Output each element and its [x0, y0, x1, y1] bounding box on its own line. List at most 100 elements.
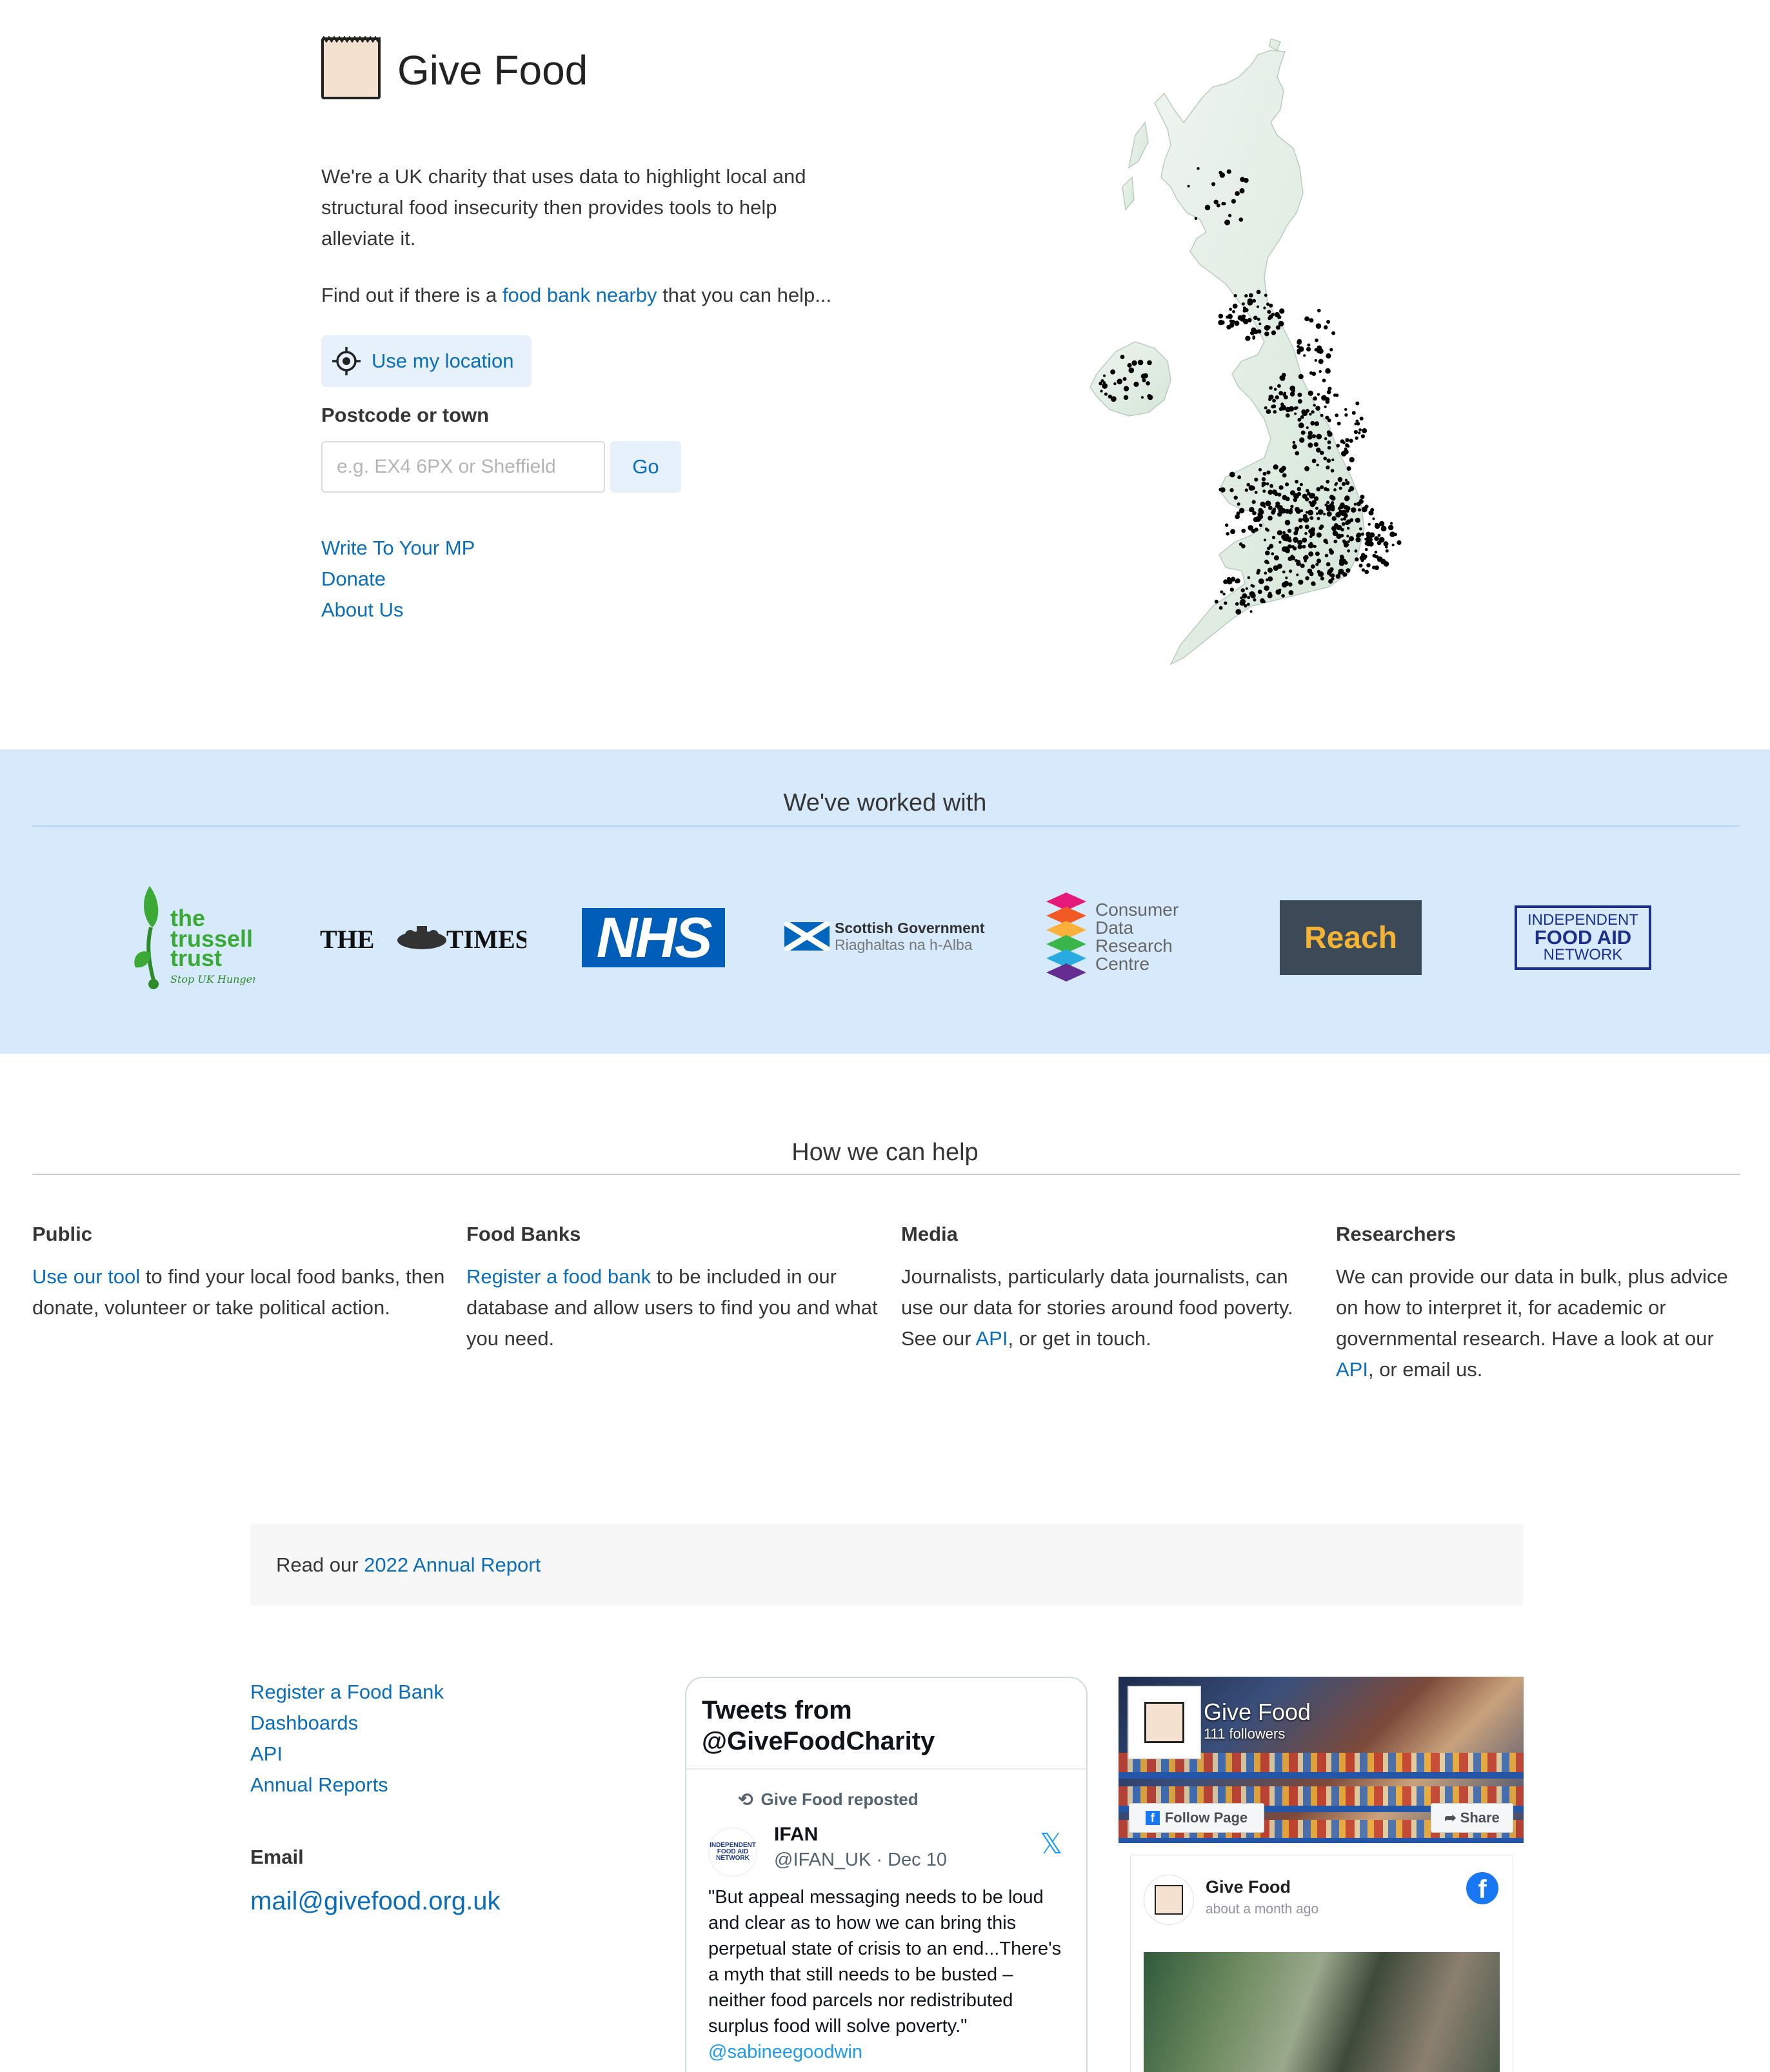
- food-bank-dot: [1354, 549, 1358, 553]
- food-bank-dot: [1264, 406, 1268, 409]
- footer-annual-reports-link[interactable]: Annual Reports: [250, 1773, 388, 1796]
- facebook-page-plugin[interactable]: Give Food 111 followers f Follow Page ➦ Sh…: [1119, 1677, 1524, 2072]
- food-bank-dot: [1229, 471, 1235, 478]
- food-bank-dot: [1308, 500, 1311, 504]
- food-bank-dot: [1263, 505, 1266, 508]
- hero-links: Write To Your MP Donate About Us: [321, 533, 475, 626]
- food-bank-nearby-link[interactable]: food bank nearby: [502, 284, 657, 306]
- food-bank-dot: [1315, 551, 1320, 557]
- food-bank-dot: [1366, 531, 1371, 537]
- share-button[interactable]: ➦ Share: [1431, 1803, 1513, 1833]
- scottish-government-logo[interactable]: Scottish Government Riaghaltas na h-Alba: [784, 916, 991, 957]
- food-bank-dot: [1313, 442, 1318, 447]
- food-bank-dot: [1238, 217, 1244, 222]
- postcode-input[interactable]: e.g. EX4 6PX or Sheffield: [321, 441, 605, 493]
- register-food-bank-link[interactable]: Register a food bank: [466, 1265, 651, 1288]
- food-bank-dot: [1233, 293, 1237, 298]
- food-bank-dot: [1227, 313, 1233, 319]
- food-bank-dot: [1247, 596, 1251, 600]
- footer-register-link[interactable]: Register a Food Bank: [250, 1681, 444, 1703]
- food-bank-dot: [1102, 383, 1108, 389]
- post-time[interactable]: about a month ago: [1206, 1902, 1318, 1917]
- food-bank-dot: [1285, 497, 1290, 502]
- post-image[interactable]: [1144, 1952, 1500, 2072]
- nhs-logo[interactable]: NHS: [582, 905, 725, 969]
- post-author-avatar[interactable]: [1144, 1875, 1194, 1925]
- ifan-logo[interactable]: INDEPENDENT FOOD AID NETWORK: [1515, 905, 1651, 970]
- food-bank-dot: [1220, 590, 1224, 594]
- follow-page-button[interactable]: f Follow Page: [1129, 1803, 1264, 1833]
- donate-link[interactable]: Donate: [321, 567, 386, 590]
- twitter-header: Tweets from @GiveFoodCharity: [686, 1678, 1086, 1770]
- food-bank-dot: [1224, 601, 1228, 605]
- food-bank-dot: [1374, 536, 1379, 541]
- food-bank-dot: [1316, 558, 1322, 564]
- researchers-api-link[interactable]: API: [1336, 1358, 1368, 1381]
- food-bank-dot: [1325, 368, 1331, 374]
- food-bank-dot: [1333, 488, 1337, 491]
- food-bank-dot: [1323, 457, 1327, 460]
- facebook-logo-icon[interactable]: f: [1466, 1872, 1498, 1904]
- facebook-page-name[interactable]: Give Food: [1204, 1699, 1311, 1726]
- twitter-timeline[interactable]: Tweets from @GiveFoodCharity ⟲ Give Food …: [685, 1677, 1088, 2072]
- food-bank-dot: [1128, 367, 1135, 373]
- tweet-handle-date[interactable]: @IFAN_UK · Dec 10: [774, 1850, 947, 1871]
- food-bank-dot: [1143, 373, 1148, 379]
- food-bank-dot: [1232, 310, 1235, 313]
- use-my-location-button[interactable]: Use my location: [321, 335, 532, 387]
- use-our-tool-link[interactable]: Use our tool: [32, 1265, 140, 1288]
- food-bank-dot: [1235, 602, 1239, 606]
- food-bank-dot: [1131, 360, 1137, 366]
- food-bank-dot: [1318, 370, 1322, 373]
- food-bank-dot: [1367, 522, 1371, 526]
- footer-api-link[interactable]: API: [250, 1742, 283, 1765]
- food-bank-dot: [1224, 219, 1231, 226]
- food-bank-dot: [1329, 348, 1333, 351]
- food-bank-dot: [1278, 588, 1282, 591]
- go-button[interactable]: Go: [610, 441, 681, 493]
- food-bank-dot: [1218, 488, 1222, 491]
- food-bank-dot: [1248, 485, 1255, 491]
- food-bank-dot: [1311, 459, 1317, 464]
- annual-report-link[interactable]: 2022 Annual Report: [364, 1554, 541, 1577]
- email-label: Email: [250, 1846, 304, 1868]
- cdrc-logo[interactable]: Consumer Data Research Centre: [1044, 890, 1198, 984]
- give-food-logo-icon[interactable]: [321, 36, 381, 99]
- food-bank-dot: [1297, 392, 1302, 397]
- food-bank-dot: [1238, 508, 1245, 513]
- food-bank-dot: [1286, 521, 1290, 525]
- uk-food-bank-map[interactable]: [1058, 39, 1477, 696]
- post-author-name[interactable]: Give Food: [1206, 1877, 1291, 1897]
- food-bank-dot: [1361, 506, 1367, 513]
- food-bank-dot: [1282, 473, 1287, 478]
- reach-logo[interactable]: Reach: [1280, 900, 1422, 975]
- tweet-author-name[interactable]: IFAN: [774, 1824, 818, 1846]
- email-link[interactable]: mail@givefood.org.uk: [250, 1887, 500, 1916]
- food-bank-dot: [1316, 487, 1321, 491]
- food-bank-dot: [1262, 471, 1267, 476]
- ifan-avatar[interactable]: INDEPENDENT FOOD AID NETWORK: [708, 1828, 757, 1877]
- food-bank-dot: [1123, 395, 1129, 400]
- food-bank-dot: [1288, 590, 1294, 595]
- write-to-mp-link[interactable]: Write To Your MP: [321, 537, 475, 559]
- tweet-mention-link[interactable]: @sabineegoodwin: [708, 2042, 862, 2062]
- food-bank-dot: [1242, 302, 1245, 306]
- footer-dashboards-link[interactable]: Dashboards: [250, 1712, 358, 1734]
- food-bank-dot: [1283, 580, 1289, 587]
- food-bank-dot: [1315, 338, 1318, 342]
- x-logo-icon[interactable]: 𝕏: [1040, 1828, 1062, 1860]
- media-api-link[interactable]: API: [975, 1327, 1008, 1350]
- food-bank-dot: [1231, 199, 1236, 204]
- about-us-link[interactable]: About Us: [321, 598, 404, 621]
- trussell-trust-logo[interactable]: the trussell trust Stop UK Hunger: [126, 882, 255, 991]
- facebook-page-avatar[interactable]: [1128, 1686, 1201, 1759]
- food-bank-dot: [1347, 489, 1351, 493]
- site-title[interactable]: Give Food: [397, 46, 588, 94]
- the-times-logo[interactable]: THE TIMES: [320, 916, 526, 961]
- food-bank-dot: [1278, 321, 1284, 327]
- food-bank-dot: [1320, 413, 1324, 417]
- public-text: Use our tool to find your local food ban…: [32, 1265, 445, 1319]
- food-bank-dot: [1306, 426, 1309, 429]
- food-bank-dot: [1320, 450, 1324, 455]
- food-bank-dot: [1261, 477, 1266, 482]
